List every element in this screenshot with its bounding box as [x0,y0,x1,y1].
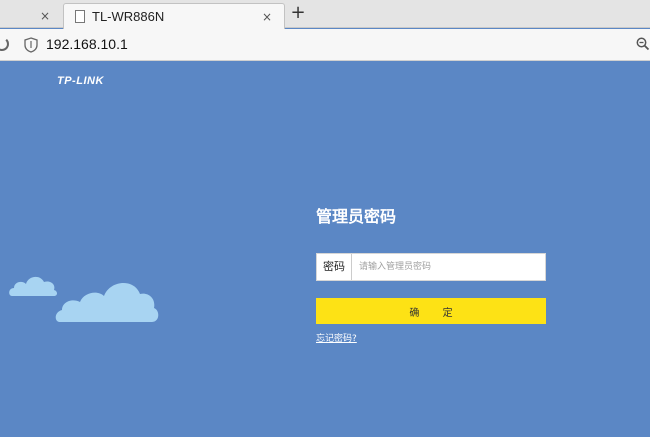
new-tab-button[interactable]: + [290,3,306,23]
password-label: 密码 [317,254,352,280]
tab-active[interactable]: TL-WR886N × [63,3,285,29]
password-field-group: 密码 [316,253,546,281]
close-icon[interactable]: × [38,9,52,23]
small-cloud-icon [9,276,57,296]
reload-icon[interactable] [0,37,9,51]
forgot-password-link[interactable]: 忘记密码? [316,331,357,344]
address-bar: 192.168.10.1 [0,29,650,61]
page-title: 管理员密码 [316,207,397,226]
password-input[interactable] [353,254,545,280]
login-page: TP-LINK 管理员密码 密码 确 定 忘记密码? [0,62,650,437]
tp-link-logo: TP-LINK [57,75,104,87]
url-text[interactable]: 192.168.10.1 [46,36,128,52]
close-icon[interactable]: × [260,10,274,24]
page-icon [75,10,85,23]
shield-icon[interactable] [24,37,38,53]
tab-title: TL-WR886N [92,9,165,24]
tab-bar: × TL-WR886N × + [0,0,650,29]
confirm-button[interactable]: 确 定 [316,298,546,324]
zoom-icon[interactable] [636,37,650,51]
large-cloud-icon [55,282,159,322]
tab-inactive[interactable]: × [0,4,60,28]
